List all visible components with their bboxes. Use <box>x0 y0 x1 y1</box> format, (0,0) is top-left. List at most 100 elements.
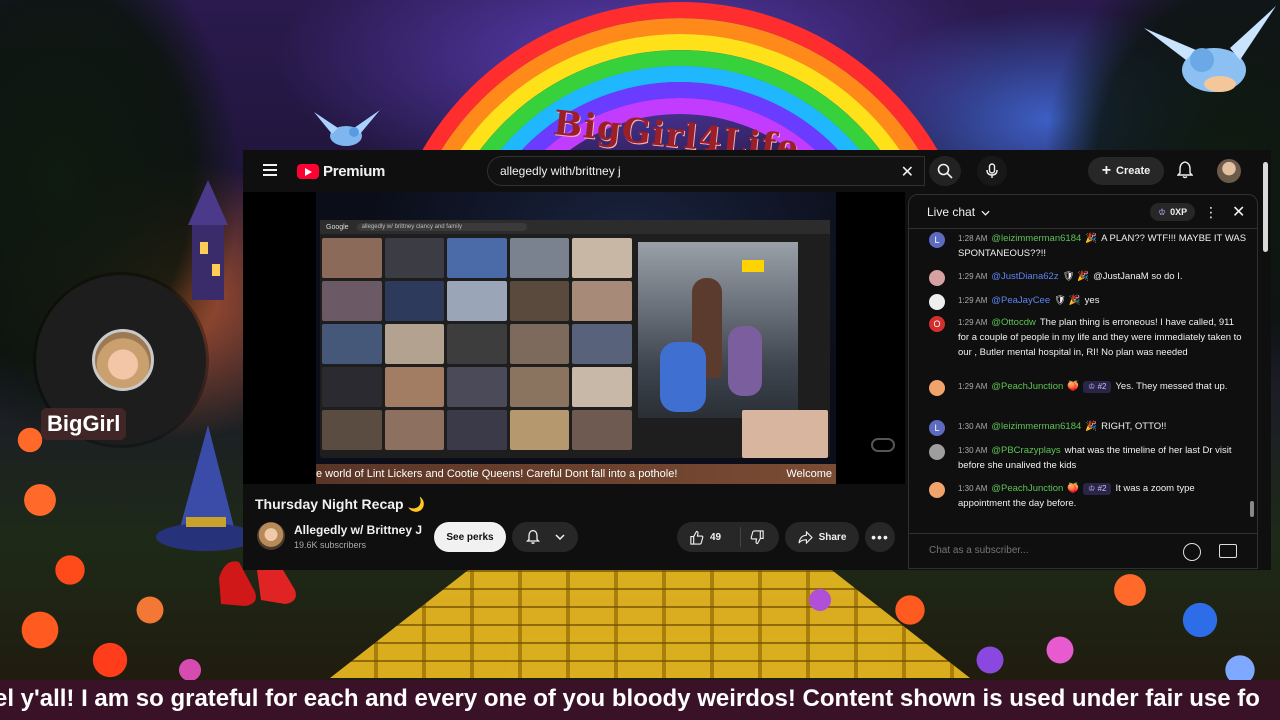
chat-message-body: 1:30 AM @PBCrazyplays what was the timelin… <box>958 443 1247 473</box>
chat-author-name[interactable]: @PeachJunction <box>991 381 1063 392</box>
chat-timestamp: 1:30 AM <box>958 422 988 431</box>
chat-author-badge: 🛡 🎉 <box>1062 271 1090 282</box>
chat-timestamp: 1:29 AM <box>958 296 988 305</box>
notifications-bell-icon[interactable] <box>1177 161 1193 179</box>
chat-author-avatar[interactable] <box>929 444 945 460</box>
chat-author-name[interactable]: @PeachJunction <box>991 483 1063 494</box>
channel-name[interactable]: Allegedly w/ Brittney J <box>294 523 422 537</box>
video-frame: Google allegedly w/ brittney clancy and … <box>316 192 836 484</box>
chat-author-badge: 🍑 <box>1067 381 1080 392</box>
bottom-scrolling-ticker: el y'all! I am so grateful for each and … <box>0 680 1280 720</box>
chat-timestamp: 1:28 AM <box>958 234 988 243</box>
live-chat-mode-dropdown[interactable]: Live chat <box>927 205 990 219</box>
chat-rank-tag: ♔ #2 <box>1083 483 1112 495</box>
youtube-premium-logo[interactable]: Premium <box>297 162 385 180</box>
chat-input[interactable] <box>929 545 1159 556</box>
crown-icon: ♔ <box>1158 206 1167 217</box>
video-ticker: e world of Lint Lickers and Cootie Queen… <box>316 464 836 484</box>
streamer-name-badge: BigGirl <box>41 408 127 440</box>
like-button[interactable]: 49 <box>677 527 741 547</box>
menu-icon[interactable] <box>263 164 277 176</box>
chat-author-avatar[interactable] <box>929 380 945 396</box>
chat-author-avatar[interactable] <box>929 270 945 286</box>
search-button[interactable] <box>929 156 961 186</box>
super-chat-icon[interactable] <box>1219 544 1237 558</box>
notification-settings-button[interactable] <box>512 522 578 552</box>
chat-author-avatar[interactable]: L <box>929 420 945 436</box>
chat-author-avatar[interactable] <box>929 294 945 310</box>
chat-author-name[interactable]: @leizimmerman6184 <box>991 233 1081 244</box>
live-chat-header: Live chat ♔ 0XP ⋮ ✕ <box>909 195 1257 229</box>
chat-message-body: 1:30 AM @leizimmerman6184 🎉 RIGHT, OTTO!! <box>958 419 1247 434</box>
chat-rank-tag: ♔ #2 <box>1083 381 1112 393</box>
streamer-face <box>92 329 154 391</box>
create-button[interactable]: + Create <box>1088 157 1164 185</box>
voice-search-button[interactable] <box>977 156 1007 186</box>
video-browser-bar: Google allegedly w/ brittney clancy and … <box>320 220 830 234</box>
chat-author-badge: 🎉 <box>1085 233 1098 244</box>
streamer-inset-cam <box>742 410 828 458</box>
dislike-button[interactable] <box>741 529 765 545</box>
chat-message-body: 1:30 AM @PeachJunction 🍑 ♔ #2 It was a zoom … <box>958 481 1247 511</box>
chat-message: 1:29 AM @JustDiana62z 🛡 🎉 @JustJanaM so do … <box>929 269 1247 286</box>
chat-timestamp: 1:29 AM <box>958 382 988 391</box>
youtube-window: Premium ✕ + Create <box>243 150 1271 570</box>
chevron-down-icon <box>981 210 990 216</box>
bluebird-left <box>314 110 380 146</box>
flowers-right <box>740 560 1280 690</box>
chat-message-body: 1:29 AM @JustDiana62z 🛡 🎉 @JustJanaM so do … <box>958 269 1247 284</box>
more-actions-button[interactable]: ••• <box>865 522 895 552</box>
bottom-ticker-text: el y'all! I am so grateful for each and … <box>0 685 1260 712</box>
video-browser-address: allegedly w/ brittney clancy and family <box>356 223 527 231</box>
mask-icon <box>871 438 895 452</box>
chat-timestamp: 1:30 AM <box>958 484 988 493</box>
chat-author-avatar[interactable]: O <box>929 316 945 332</box>
image-results-grid <box>322 238 632 456</box>
chat-options-icon[interactable]: ⋮ <box>1204 204 1218 221</box>
thumbs-down-icon <box>750 529 764 544</box>
video-ticker-welcome: Welcome <box>786 468 832 480</box>
chat-message-text: RIGHT, OTTO!! <box>1101 421 1167 432</box>
chevron-down-icon <box>555 534 565 540</box>
see-perks-button[interactable]: See perks <box>434 522 506 552</box>
like-dislike-group: 49 <box>677 522 779 552</box>
share-arrow-icon <box>798 530 813 544</box>
chat-message: L 1:28 AM @leizimmerman6184 🎉 A PLAN?? WTF!!… <box>929 231 1247 261</box>
search-icon <box>937 163 953 179</box>
chat-author-name[interactable]: @PeaJayCee <box>991 295 1050 306</box>
chat-message-text: yes <box>1084 295 1100 306</box>
chat-timestamp: 1:29 AM <box>958 318 988 327</box>
account-avatar[interactable] <box>1217 159 1241 183</box>
chat-author-name[interactable]: @JustDiana62z <box>991 271 1058 282</box>
chat-author-avatar[interactable] <box>929 482 945 498</box>
chat-timestamp: 1:29 AM <box>958 272 988 281</box>
thumbs-up-icon <box>690 530 704 545</box>
live-chat-title: Live chat <box>927 205 976 219</box>
chat-scrollbar[interactable] <box>1250 501 1254 517</box>
create-label: Create <box>1116 165 1151 177</box>
chat-message: 1:30 AM @PBCrazyplays what was the timelin… <box>929 443 1247 473</box>
share-button[interactable]: Share <box>785 522 859 552</box>
clear-search-icon[interactable]: ✕ <box>901 162 914 182</box>
video-player[interactable]: Google allegedly w/ brittney clancy and … <box>243 192 905 484</box>
close-chat-icon[interactable]: ✕ <box>1232 202 1245 222</box>
emoji-icon[interactable] <box>1183 543 1201 561</box>
search-input[interactable] <box>500 164 880 178</box>
channel-avatar[interactable] <box>257 522 285 550</box>
live-chat-panel: Live chat ♔ 0XP ⋮ ✕ L 1:28 AM @leizimmerma… <box>908 194 1258 569</box>
castle-tower <box>188 180 228 300</box>
chat-author-name[interactable]: @Ottocdw <box>991 317 1036 328</box>
chat-message-body: 1:29 AM @Ottocdw The plan thing is erroneo… <box>958 315 1247 360</box>
page-scrollbar[interactable] <box>1263 162 1268 252</box>
chat-author-name[interactable]: @PBCrazyplays <box>991 445 1060 456</box>
chat-author-avatar[interactable]: L <box>929 232 945 248</box>
youtube-play-icon <box>297 163 319 179</box>
chat-author-badge: 🛡 🎉 <box>1054 295 1081 306</box>
video-ticker-text: e world of Lint Lickers and Cootie Queen… <box>316 468 678 480</box>
chat-message: O 1:29 AM @Ottocdw The plan thing is errone… <box>929 315 1247 360</box>
chat-author-badge: 🍑 <box>1067 483 1080 494</box>
xp-badge[interactable]: ♔ 0XP <box>1150 203 1196 221</box>
microphone-icon <box>986 163 998 178</box>
chat-author-name[interactable]: @leizimmerman6184 <box>991 421 1081 432</box>
chat-message: 1:30 AM @PeachJunction 🍑 ♔ #2 It was a zoom … <box>929 481 1247 511</box>
